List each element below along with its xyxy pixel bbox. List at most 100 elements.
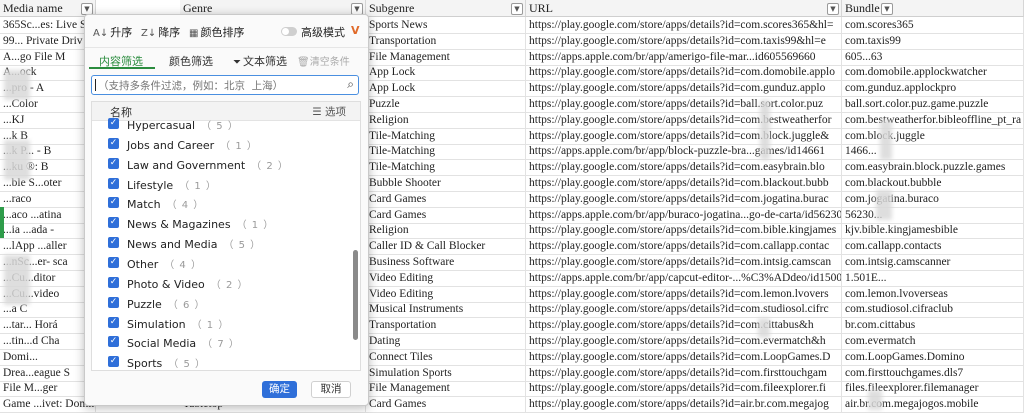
- table-cell-url[interactable]: https://apps.apple.com/br/app/block-puzz…: [526, 143, 842, 160]
- filter-search-input[interactable]: [96, 77, 340, 95]
- table-cell-bundle[interactable]: com.easybrain.block.puzzle.games: [842, 159, 1024, 176]
- table-cell-media[interactable]: ...raco: [0, 190, 96, 207]
- table-cell-url[interactable]: https://play.google.com/store/apps/detai…: [526, 364, 842, 381]
- filter-dropdown-icon[interactable]: ▼: [881, 3, 893, 15]
- table-cell-bundle[interactable]: com.blackout.bubble: [842, 175, 1024, 191]
- table-cell-subgenre[interactable]: Card Games: [366, 206, 526, 223]
- table-cell-media[interactable]: 99... Private Driv: [0, 32, 96, 49]
- table-cell-bundle[interactable]: com.firsttouchgames.dls7: [842, 364, 1024, 381]
- table-cell-subgenre[interactable]: Bubble Shooter: [366, 175, 526, 191]
- table-cell-bundle[interactable]: com.intsig.camscanner: [842, 254, 1024, 270]
- table-cell-media[interactable]: ...aco ...atina: [0, 206, 96, 223]
- table-cell-url[interactable]: https://play.google.com/store/apps/detai…: [526, 32, 842, 49]
- value-list-scrollbar[interactable]: [353, 126, 358, 366]
- table-cell-subgenre[interactable]: Dating: [366, 333, 526, 349]
- table-cell-url[interactable]: https://play.google.com/store/apps/detai…: [526, 396, 842, 413]
- filter-list-item[interactable]: ✓ News & Magazines （ 1 ）: [92, 213, 344, 233]
- cancel-button[interactable]: 取消: [311, 381, 351, 398]
- table-cell-bundle[interactable]: com.LoopGames.Domino: [842, 348, 1024, 365]
- table-cell-bundle[interactable]: 1466...: [842, 143, 1024, 160]
- table-cell-url[interactable]: https://play.google.com/store/apps/detai…: [526, 238, 842, 255]
- filter-search-box[interactable]: ⌕: [91, 75, 359, 95]
- filter-list-item[interactable]: ✓ Puzzle （ 6 ）: [92, 293, 344, 313]
- table-cell-url[interactable]: https://apps.apple.com/br/app/capcut-edi…: [526, 269, 842, 286]
- table-cell-subgenre[interactable]: Musical Instruments: [366, 301, 526, 318]
- table-cell-url[interactable]: https://play.google.com/store/apps/detai…: [526, 17, 842, 33]
- table-cell-url[interactable]: https://play.google.com/store/apps/detai…: [526, 96, 842, 112]
- table-cell-url[interactable]: https://apps.apple.com/br/app/amerigo-fi…: [526, 48, 842, 65]
- text-filter-button[interactable]: ⏷ 文本筛选: [233, 53, 287, 69]
- filter-list-item[interactable]: ✓ Law and Government （ 2 ）: [92, 154, 344, 174]
- table-cell-url[interactable]: https://play.google.com/store/apps/detai…: [526, 254, 842, 270]
- ok-button[interactable]: 确定: [262, 381, 297, 398]
- table-cell-bundle[interactable]: com.evermatch: [842, 333, 1024, 349]
- table-cell-subgenre[interactable]: File Management: [366, 380, 526, 397]
- column-header-url[interactable]: URL ▼: [526, 0, 842, 17]
- table-cell-url[interactable]: https://play.google.com/store/apps/detai…: [526, 159, 842, 176]
- table-cell-bundle[interactable]: com.jogatina.buraco: [842, 190, 1024, 207]
- filter-list-item[interactable]: ✓ Hypercasual （ 5 ）: [92, 114, 344, 134]
- table-cell-media[interactable]: ...KJ: [0, 111, 96, 128]
- table-cell-subgenre[interactable]: Simulation Sports: [366, 364, 526, 381]
- filter-list-item[interactable]: ✓ Match （ 4 ）: [92, 193, 344, 213]
- checkbox-checked-icon[interactable]: ✓: [108, 316, 119, 328]
- table-cell-subgenre[interactable]: Transportation: [366, 317, 526, 334]
- table-cell-url[interactable]: https://play.google.com/store/apps/detai…: [526, 80, 842, 97]
- table-cell-media[interactable]: ...lApp ...aller: [0, 238, 96, 255]
- table-cell-subgenre[interactable]: App Lock: [366, 64, 526, 81]
- table-cell-subgenre[interactable]: Transportation: [366, 32, 526, 49]
- table-cell-bundle[interactable]: com.domobile.applockwatcher: [842, 64, 1024, 81]
- table-cell-subgenre[interactable]: File Management: [366, 48, 526, 65]
- filter-list-item[interactable]: ✓ Other （ 4 ）: [92, 253, 344, 273]
- color-sort-button[interactable]: ▦ 颜色排序: [189, 24, 244, 40]
- clear-conditions-button[interactable]: 🗑清空条件: [297, 53, 350, 68]
- search-icon[interactable]: ⌕: [347, 77, 354, 92]
- sort-descending-button[interactable]: Z↓ 降序: [141, 24, 180, 40]
- table-cell-bundle[interactable]: 56230...: [842, 206, 1024, 223]
- table-cell-url[interactable]: https://play.google.com/store/apps/detai…: [526, 190, 842, 207]
- filter-list-item[interactable]: ✓ Simulation （ 1 ）: [92, 313, 344, 333]
- column-header-media-name[interactable]: Media name ▼: [0, 0, 96, 17]
- table-cell-subgenre[interactable]: Caller ID & Call Blocker: [366, 238, 526, 255]
- table-cell-subgenre[interactable]: Tile-Matching: [366, 127, 526, 144]
- checkbox-checked-icon[interactable]: ✓: [108, 217, 119, 229]
- checkbox-checked-icon[interactable]: ✓: [108, 336, 119, 348]
- table-cell-bundle[interactable]: br.com.cittabus: [842, 317, 1024, 334]
- checkbox-checked-icon[interactable]: ✓: [108, 177, 119, 189]
- tab-color-filter[interactable]: 颜色筛选: [169, 53, 213, 69]
- filter-list-item[interactable]: ✓ Social Media （ 7 ）: [92, 332, 344, 352]
- table-cell-url[interactable]: https://play.google.com/store/apps/detai…: [526, 317, 842, 334]
- table-cell-url[interactable]: https://play.google.com/store/apps/detai…: [526, 175, 842, 191]
- checkbox-checked-icon[interactable]: ✓: [108, 118, 119, 129]
- table-cell-subgenre[interactable]: Sports News: [366, 17, 526, 33]
- table-cell-bundle[interactable]: com.gunduz.applockpro: [842, 80, 1024, 97]
- table-cell-url[interactable]: https://play.google.com/store/apps/detai…: [526, 64, 842, 81]
- table-cell-url[interactable]: https://apps.apple.com/br/app/buraco-jog…: [526, 206, 842, 223]
- table-cell-url[interactable]: https://play.google.com/store/apps/detai…: [526, 301, 842, 318]
- table-cell-bundle[interactable]: com.block.juggle: [842, 127, 1024, 144]
- table-cell-url[interactable]: https://play.google.com/store/apps/detai…: [526, 111, 842, 128]
- filter-list-item[interactable]: ✓ Sports （ 5 ）: [92, 352, 344, 370]
- advanced-mode-toggle[interactable]: [281, 27, 297, 36]
- filter-list-item[interactable]: ✓ Lifestyle （ 1 ）: [92, 174, 344, 194]
- filter-list-item[interactable]: ✓ News and Media （ 5 ）: [92, 233, 344, 253]
- filter-list-item[interactable]: ✓ Jobs and Career （ 1 ）: [92, 134, 344, 154]
- table-cell-subgenre[interactable]: Business Software: [366, 254, 526, 270]
- table-cell-subgenre[interactable]: Video Editing: [366, 269, 526, 286]
- table-cell-media[interactable]: ...tin...d Cha: [0, 333, 96, 349]
- table-cell-subgenre[interactable]: Video Editing: [366, 285, 526, 302]
- table-cell-media[interactable]: File M...ger: [0, 380, 96, 397]
- table-cell-media[interactable]: Drea...eague S: [0, 364, 96, 381]
- checkbox-checked-icon[interactable]: ✓: [108, 157, 119, 169]
- table-cell-bundle[interactable]: com.taxis99: [842, 32, 1024, 49]
- checkbox-checked-icon[interactable]: ✓: [108, 276, 119, 288]
- table-cell-bundle[interactable]: 1.501E...: [842, 269, 1024, 286]
- checkbox-checked-icon[interactable]: ✓: [108, 356, 119, 368]
- checkbox-checked-icon[interactable]: ✓: [108, 296, 119, 308]
- table-cell-bundle[interactable]: com.studiosol.cifraclub: [842, 301, 1024, 318]
- checkbox-checked-icon[interactable]: ✓: [108, 237, 119, 249]
- table-cell-url[interactable]: https://play.google.com/store/apps/detai…: [526, 222, 842, 239]
- column-header-subgenre[interactable]: Subgenre ▼: [366, 0, 526, 17]
- table-cell-subgenre[interactable]: Puzzle: [366, 96, 526, 112]
- filter-list-item[interactable]: ✓ Photo & Video （ 2 ）: [92, 273, 344, 293]
